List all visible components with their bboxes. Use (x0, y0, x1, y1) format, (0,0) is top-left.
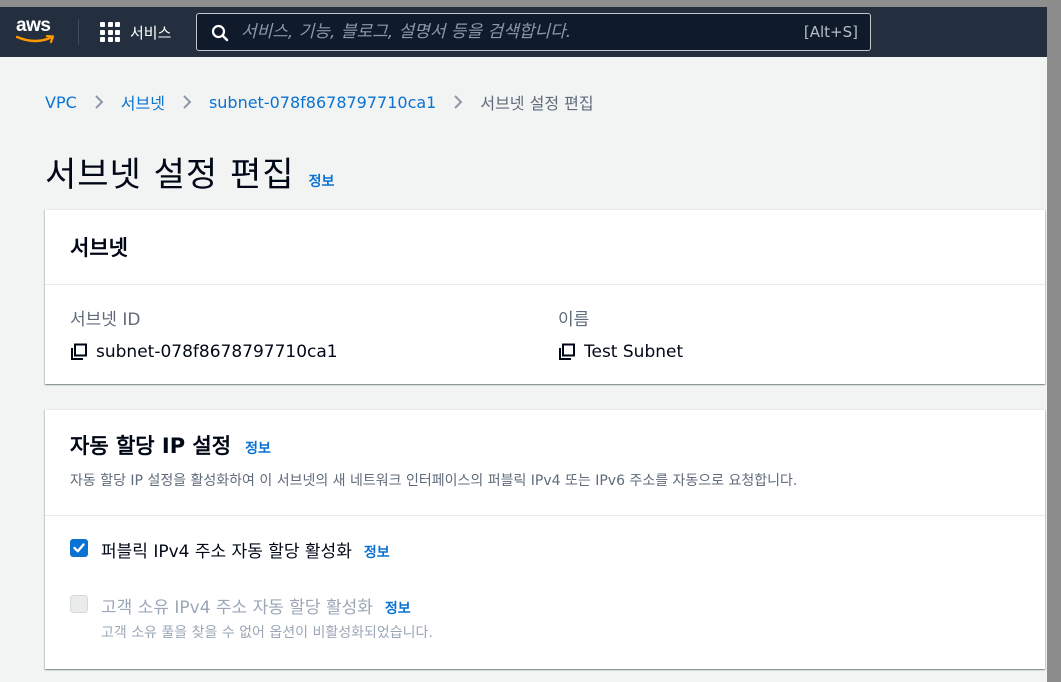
public-ipv4-label[interactable]: 퍼블릭 IPv4 주소 자동 할당 활성화 (101, 537, 352, 562)
customer-ipv4-text: 고객 소유 IPv4 주소 자동 할당 활성화 정보 고객 소유 풀을 찾을 수… (101, 593, 433, 642)
aws-logo[interactable]: aws (16, 15, 60, 47)
customer-ipv4-info-link[interactable]: 정보 (385, 598, 411, 618)
customer-ipv4-checkbox (70, 595, 88, 613)
subnet-name-value-row: Test Subnet (558, 342, 683, 362)
subnet-panel-title: 서브넷 (70, 236, 128, 260)
auto-assign-ip-header: 자동 할당 IP 설정 정보 자동 할당 IP 설정을 활성화하여 이 서브넷의… (45, 410, 1045, 516)
auto-assign-ip-title: 자동 할당 IP 설정 (70, 434, 232, 458)
chevron-right-icon (95, 95, 104, 109)
nav-divider (78, 19, 79, 45)
subnet-id-value: subnet-078f8678797710ca1 (96, 342, 338, 362)
smile-icon (16, 35, 55, 44)
breadcrumb-current: 서브넷 설정 편집 (480, 94, 594, 113)
page-title: 서브넷 설정 편집 (45, 155, 295, 195)
checkmark-icon (73, 543, 85, 553)
subnet-name-label: 이름 (558, 310, 590, 330)
auto-assign-ip-description: 자동 할당 IP 설정을 활성화하여 이 서브넷의 새 네트워크 인터페이스의 … (70, 473, 798, 489)
breadcrumb: VPC 서브넷 subnet-078f8678797710ca1 서브넷 설정 … (45, 90, 594, 114)
subnet-id-field: 서브넷 ID subnet-078f8678797710ca1 (70, 305, 338, 362)
subnet-panel-header: 서브넷 (45, 210, 1045, 285)
subnet-name-field: 이름 Test Subnet (558, 305, 683, 362)
auto-assign-ip-title-row: 자동 할당 IP 설정 정보 (70, 430, 1045, 460)
subnet-id-value-row: subnet-078f8678797710ca1 (70, 342, 338, 362)
aws-logo-text: aws (16, 15, 51, 36)
search-input[interactable] (241, 20, 781, 44)
public-ipv4-info-link[interactable]: 정보 (364, 542, 390, 562)
top-navigation: aws 서비스 [Alt+S] (0, 7, 1047, 57)
auto-assign-ip-info-link[interactable]: 정보 (245, 438, 271, 458)
breadcrumb-subnet-id[interactable]: subnet-078f8678797710ca1 (209, 93, 436, 112)
public-ipv4-checkbox[interactable] (70, 539, 88, 557)
page-info-link[interactable]: 정보 (309, 171, 335, 191)
services-label: 서비스 (130, 23, 172, 42)
auto-assign-ip-panel: 자동 할당 IP 설정 정보 자동 할당 IP 설정을 활성화하여 이 서브넷의… (45, 409, 1045, 669)
search-icon (211, 24, 229, 42)
subnet-panel: 서브넷 서브넷 ID subnet-078f8678797710ca1 이름 T… (45, 209, 1045, 384)
customer-ipv4-option: 고객 소유 IPv4 주소 자동 할당 활성화 정보 고객 소유 풀을 찾을 수… (70, 593, 433, 642)
copy-icon[interactable] (70, 343, 88, 361)
services-menu-button[interactable]: 서비스 (100, 21, 171, 43)
breadcrumb-vpc[interactable]: VPC (45, 93, 77, 112)
search-shortcut-hint: [Alt+S] (803, 23, 858, 41)
page-header: 서브넷 설정 편집 정보 (45, 147, 334, 196)
chevron-right-icon (183, 95, 192, 109)
public-ipv4-text: 퍼블릭 IPv4 주소 자동 할당 활성화 정보 (101, 537, 390, 562)
subnet-id-label: 서브넷 ID (70, 310, 141, 330)
customer-ipv4-description: 고객 소유 풀을 찾을 수 없어 옵션이 비활성화되었습니다. (101, 625, 433, 641)
public-ipv4-option[interactable]: 퍼블릭 IPv4 주소 자동 할당 활성화 정보 (70, 537, 390, 562)
grid-icon (100, 22, 120, 42)
breadcrumb-subnets[interactable]: 서브넷 (121, 90, 165, 114)
console-page: aws 서비스 [Alt+S] VPC 서브넷 (0, 7, 1047, 682)
chevron-right-icon (454, 95, 463, 109)
search-bar[interactable]: [Alt+S] (196, 13, 871, 51)
subnet-name-value: Test Subnet (584, 342, 684, 362)
customer-ipv4-label: 고객 소유 IPv4 주소 자동 할당 활성화 (101, 598, 373, 618)
copy-icon[interactable] (558, 343, 576, 361)
